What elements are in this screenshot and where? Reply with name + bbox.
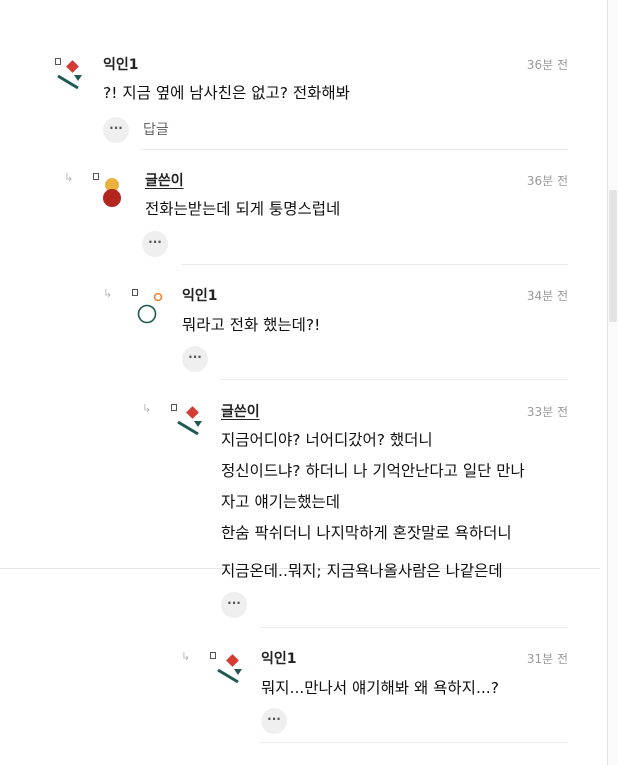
- reply-button[interactable]: 답글: [143, 119, 169, 139]
- comment-text-line: 자고 얘기는했는데: [221, 493, 341, 511]
- comment-time: 33분 전: [526, 405, 568, 419]
- comment-author[interactable]: 익인1: [103, 54, 139, 74]
- comment-time: 34분 전: [526, 289, 568, 303]
- comment-author[interactable]: 익인1: [182, 285, 218, 305]
- avatar: [57, 60, 82, 90]
- divider: [220, 379, 568, 380]
- avatar: [137, 292, 163, 324]
- divider: [181, 264, 568, 265]
- reply-arrow-icon: ↳: [64, 171, 74, 184]
- avatar: [103, 178, 121, 207]
- comment-text: ?! 지금 옆에 남사친은 없고? 전화해봐: [103, 84, 350, 102]
- comment-author[interactable]: 익인1: [261, 648, 297, 668]
- avatar: [217, 654, 242, 684]
- comment-text-line: 한숨 팍쉬더니 나지막하게 혼잣말로 욕하더니: [221, 524, 512, 542]
- divider: [140, 149, 568, 150]
- comment-time: 31분 전: [526, 652, 568, 666]
- divider: [260, 742, 568, 743]
- comment-text: 전화는받는데 되게 퉁명스럽네: [145, 200, 341, 218]
- more-button[interactable]: ···: [103, 117, 129, 143]
- scrollbar-track[interactable]: [607, 0, 618, 765]
- comment-author[interactable]: 글쓴이: [221, 401, 260, 421]
- comment-text: 뭐라고 전화 했는데?!: [182, 316, 321, 334]
- comment-text: 뭐지...만나서 얘기해봐 왜 욕하지...?: [261, 679, 499, 697]
- scrollbar-thumb[interactable]: [609, 190, 617, 322]
- comment-author[interactable]: 글쓴이: [145, 170, 184, 190]
- more-button[interactable]: ···: [182, 346, 208, 372]
- comment-text-line: 지금온데..뭐지; 지금욕나올사람은 나같은데: [221, 562, 503, 580]
- divider: [260, 627, 568, 628]
- reply-arrow-icon: ↳: [103, 287, 113, 300]
- avatar: [177, 406, 202, 436]
- mini-square-icon: [93, 173, 99, 180]
- comment-time: 36분 전: [526, 174, 568, 188]
- reply-arrow-icon: ↳: [142, 402, 152, 415]
- more-button[interactable]: ···: [221, 592, 247, 618]
- more-button[interactable]: ···: [142, 231, 168, 257]
- comment-text-line: 지금어디야? 너어디갔어? 했더니: [221, 431, 433, 449]
- reply-arrow-icon: ↳: [181, 650, 191, 663]
- comment-time: 36분 전: [526, 58, 568, 72]
- more-button[interactable]: ···: [261, 708, 287, 734]
- comment-text-line: 정신이드냐? 하더니 나 기억안난다고 일단 만나: [221, 462, 525, 480]
